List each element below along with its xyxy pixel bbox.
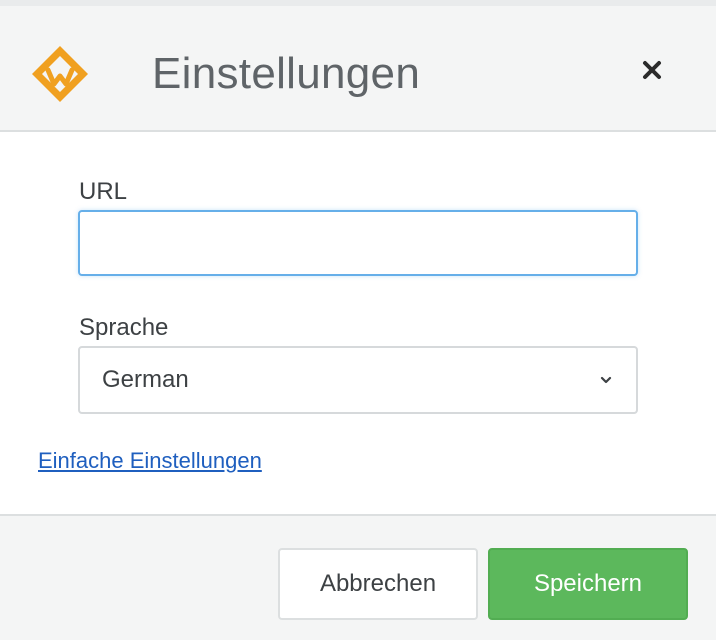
close-icon <box>642 60 662 85</box>
close-button[interactable] <box>632 52 672 92</box>
save-button[interactable]: Speichern <box>488 548 688 620</box>
language-select[interactable]: German <box>78 346 638 414</box>
cancel-button[interactable]: Abbrechen <box>278 548 478 620</box>
brand-logo-icon <box>26 40 94 108</box>
url-label: URL <box>79 178 128 205</box>
simple-settings-link[interactable]: Einfache Einstellungen <box>38 448 262 474</box>
chevron-down-icon <box>598 372 614 388</box>
url-input[interactable] <box>78 210 638 276</box>
language-label: Sprache <box>79 314 169 341</box>
dialog-body: URL Sprache German Einfache Einstellunge… <box>0 132 716 514</box>
settings-dialog: Einstellungen URL Sprache German Einfach… <box>0 0 716 640</box>
language-selected-value: German <box>102 366 189 393</box>
dialog-footer: Abbrechen Speichern <box>0 514 716 640</box>
dialog-title: Einstellungen <box>152 49 421 98</box>
dialog-header: Einstellungen <box>0 6 716 132</box>
